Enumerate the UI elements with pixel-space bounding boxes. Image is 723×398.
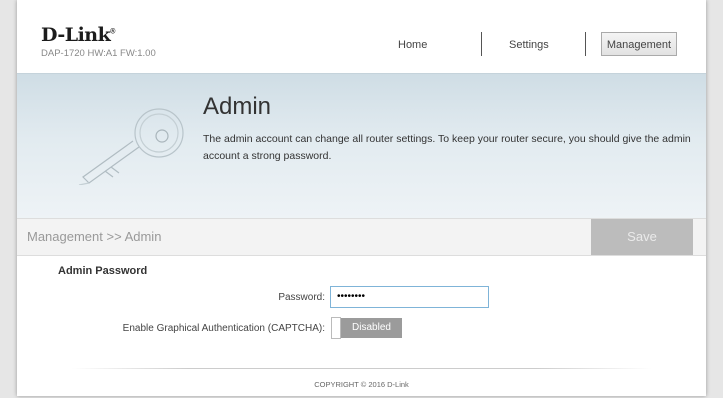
breadcrumb-bar: Management >> Admin Save <box>17 218 706 256</box>
nav-divider <box>481 32 482 56</box>
captcha-toggle[interactable]: Disabled <box>331 317 402 339</box>
save-button[interactable]: Save <box>591 219 693 255</box>
breadcrumb: Management >> Admin <box>27 229 162 244</box>
nav-home[interactable]: Home <box>398 39 427 51</box>
toggle-state[interactable]: Disabled <box>341 318 402 338</box>
router-admin-page: D-Link® DAP-1720 HW:A1 FW:1.00 Home Sett… <box>17 0 706 396</box>
dlink-logo[interactable]: D-Link® <box>41 24 115 46</box>
page-title: Admin <box>203 93 272 120</box>
toggle-knob[interactable] <box>331 317 341 339</box>
nav-settings[interactable]: Settings <box>509 39 549 51</box>
page-description: The admin account can change all router … <box>203 133 691 162</box>
key-icon <box>78 108 184 185</box>
brand-name: D-Link <box>41 24 111 46</box>
nav-divider <box>585 32 586 56</box>
footer-divider <box>72 368 652 369</box>
password-label: Password: <box>278 292 325 303</box>
admin-password-section-title: Admin Password <box>58 265 148 277</box>
captcha-label: Enable Graphical Authentication (CAPTCHA… <box>122 323 325 334</box>
nav-management[interactable]: Management <box>601 32 677 56</box>
password-input[interactable]: •••••••• <box>330 286 489 308</box>
copyright: COPYRIGHT © 2016 D-Link <box>314 380 409 389</box>
registered-mark: ® <box>110 28 115 36</box>
model-info: DAP-1720 HW:A1 FW:1.00 <box>41 48 156 59</box>
page-banner: Admin The admin account can change all r… <box>17 73 706 219</box>
